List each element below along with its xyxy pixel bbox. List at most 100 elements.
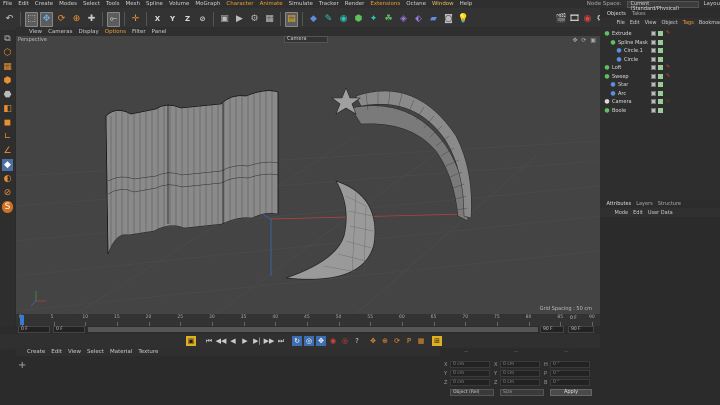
range-slider[interactable]	[88, 327, 538, 332]
menu-file[interactable]: File	[0, 0, 15, 8]
menu-edit[interactable]: Edit	[15, 0, 32, 8]
tab-objects[interactable]: Objects	[604, 11, 629, 17]
param-key-icon[interactable]: P	[404, 336, 414, 346]
object-row-loft[interactable]: ● Loft ✎	[600, 64, 720, 72]
menu-character[interactable]: Character	[223, 0, 256, 8]
object-tag-icon[interactable]: ::	[666, 99, 671, 104]
deformer-icon[interactable]: ◈	[397, 12, 410, 27]
viewport-menu-display[interactable]: Display	[76, 29, 102, 35]
menu-window[interactable]: Window	[429, 0, 457, 8]
material-menu-view[interactable]: View	[65, 349, 84, 355]
visibility-toggle[interactable]	[651, 82, 656, 87]
tab-structure[interactable]: Structure	[655, 201, 683, 207]
object-tag-icon[interactable]: ✎	[666, 65, 671, 70]
make-editable-icon[interactable]: ⧉	[2, 33, 13, 45]
visibility-toggle[interactable]	[651, 56, 656, 62]
prev-frame-icon[interactable]: ◀	[228, 336, 238, 346]
menu-create[interactable]: Create	[32, 0, 56, 8]
menu-mesh[interactable]: Mesh	[123, 0, 143, 8]
visibility-toggle[interactable]	[651, 73, 656, 79]
go-to-start-icon[interactable]: ⏮	[204, 336, 214, 346]
material-menu-texture[interactable]: Texture	[135, 349, 161, 355]
next-key-icon[interactable]: ▶▶	[264, 336, 275, 346]
add-material-icon[interactable]: +	[18, 360, 26, 371]
enable-check-icon[interactable]	[658, 99, 663, 104]
material-menu-material[interactable]: Material	[107, 349, 135, 355]
axis-toggle-icon[interactable]: ⟜	[107, 11, 120, 27]
object-row-extrude[interactable]: ● Extrude ✎	[600, 30, 720, 38]
move-tool-icon[interactable]: ✥	[40, 11, 53, 27]
menu-select[interactable]: Select	[80, 0, 103, 8]
visibility-toggle[interactable]	[651, 65, 656, 70]
visibility-toggle[interactable]	[651, 31, 656, 36]
visibility-toggle[interactable]	[651, 48, 656, 53]
apply-button[interactable]: Apply	[550, 389, 592, 396]
render-region-icon[interactable]: ▣	[218, 12, 231, 27]
pla-key-icon[interactable]: ▦	[416, 336, 426, 346]
enable-check-icon[interactable]	[658, 90, 663, 96]
rotate-tool-icon[interactable]: ⟳	[55, 12, 68, 27]
render-view-icon[interactable]: ▶	[233, 12, 246, 27]
x-axis-lock-icon[interactable]: X	[151, 12, 164, 27]
polygons-mode-icon[interactable]: ◼	[2, 117, 13, 129]
tab-takes[interactable]: Takes	[629, 11, 649, 17]
menu-help[interactable]: Help	[457, 0, 476, 8]
viewport-menu-view[interactable]: View	[26, 29, 45, 35]
visibility-toggle[interactable]	[651, 39, 656, 45]
menu-extensions[interactable]: Extensions	[367, 0, 403, 8]
material-menu-edit[interactable]: Edit	[48, 349, 65, 355]
object-row-boole[interactable]: ● Boole	[600, 107, 720, 115]
coord-field[interactable]: 0 °	[550, 361, 590, 368]
coord-field[interactable]: 0 cm	[500, 379, 540, 386]
timeline-window-icon[interactable]: ⊞	[432, 336, 442, 346]
model-mode-icon[interactable]: ⬡	[2, 47, 13, 59]
undo-icon[interactable]: ↶	[3, 12, 16, 27]
start-frame-field-2[interactable]: 0 F	[53, 326, 85, 333]
go-to-end-icon[interactable]: ⏭	[276, 336, 286, 346]
y-axis-lock-icon[interactable]: Y	[166, 12, 179, 27]
pen-icon[interactable]: ✎	[322, 12, 335, 27]
coord-field[interactable]: 0 °	[550, 379, 590, 386]
coord-field[interactable]: 0 cm	[450, 379, 490, 386]
next-frame-icon[interactable]: ▶|	[252, 336, 262, 346]
loop-icon[interactable]: ↻	[292, 336, 302, 346]
attributes-menu-mode[interactable]: Mode	[612, 210, 631, 216]
coord-field[interactable]: 0 °	[550, 370, 590, 377]
auto-key-icon[interactable]: ✥	[316, 336, 326, 346]
end-frame-field-2[interactable]: 90 F	[568, 326, 594, 333]
material-menu-create[interactable]: Create	[24, 349, 48, 355]
objects-menu-edit[interactable]: Edit	[627, 20, 642, 26]
effector-icon[interactable]: ☘	[382, 12, 395, 27]
visibility-toggle[interactable]	[651, 90, 656, 96]
snap-icon[interactable]: ✛	[129, 12, 142, 27]
solo-mode-icon[interactable]: ◆	[2, 159, 13, 171]
timeline3-icon[interactable]: ◉	[582, 12, 593, 27]
scale-key-icon[interactable]: ⟳	[392, 336, 402, 346]
menu-tracker[interactable]: Tracker	[316, 0, 342, 8]
menu-render[interactable]: Render	[342, 0, 368, 8]
objects-menu-view[interactable]: View	[642, 20, 659, 26]
pos-key-icon[interactable]: ✥	[368, 336, 378, 346]
subdivision-icon[interactable]: ◉	[337, 12, 350, 27]
edges-mode-icon[interactable]: ◧	[2, 103, 13, 115]
object-tag-icon[interactable]: ✎	[666, 73, 671, 79]
object-row-star[interactable]: ● Star	[600, 81, 720, 89]
texture-mode-icon[interactable]: ▦	[2, 61, 13, 73]
viewport-menu-panel[interactable]: Panel	[149, 29, 170, 35]
coord-field[interactable]: 0 cm	[500, 361, 540, 368]
enable-check-icon[interactable]	[658, 65, 663, 70]
menu-animate[interactable]: Animate	[257, 0, 286, 8]
menu-spline[interactable]: Spline	[143, 0, 166, 8]
visibility-toggle[interactable]	[651, 107, 656, 113]
3d-viewport[interactable]: Perspective Camera ✥ ⟳ ▣ Grid Spacing : …	[16, 36, 600, 314]
timeline-icon[interactable]: 🎬	[556, 12, 567, 27]
enable-check-icon[interactable]	[658, 56, 663, 62]
light-icon[interactable]: 💡	[457, 12, 470, 27]
objects-menu-bookmarks[interactable]: Bookmarks	[696, 20, 720, 26]
tab-attributes[interactable]: Attributes	[604, 201, 634, 207]
autokey-record-icon[interactable]: ◎	[340, 336, 350, 346]
layout-label[interactable]: Layou	[703, 1, 720, 7]
timeline-ruler[interactable]: 051015202530354045505560657075808590	[16, 314, 600, 326]
enable-check-icon[interactable]	[658, 48, 663, 53]
z-axis-lock-icon[interactable]: Z	[181, 12, 194, 27]
